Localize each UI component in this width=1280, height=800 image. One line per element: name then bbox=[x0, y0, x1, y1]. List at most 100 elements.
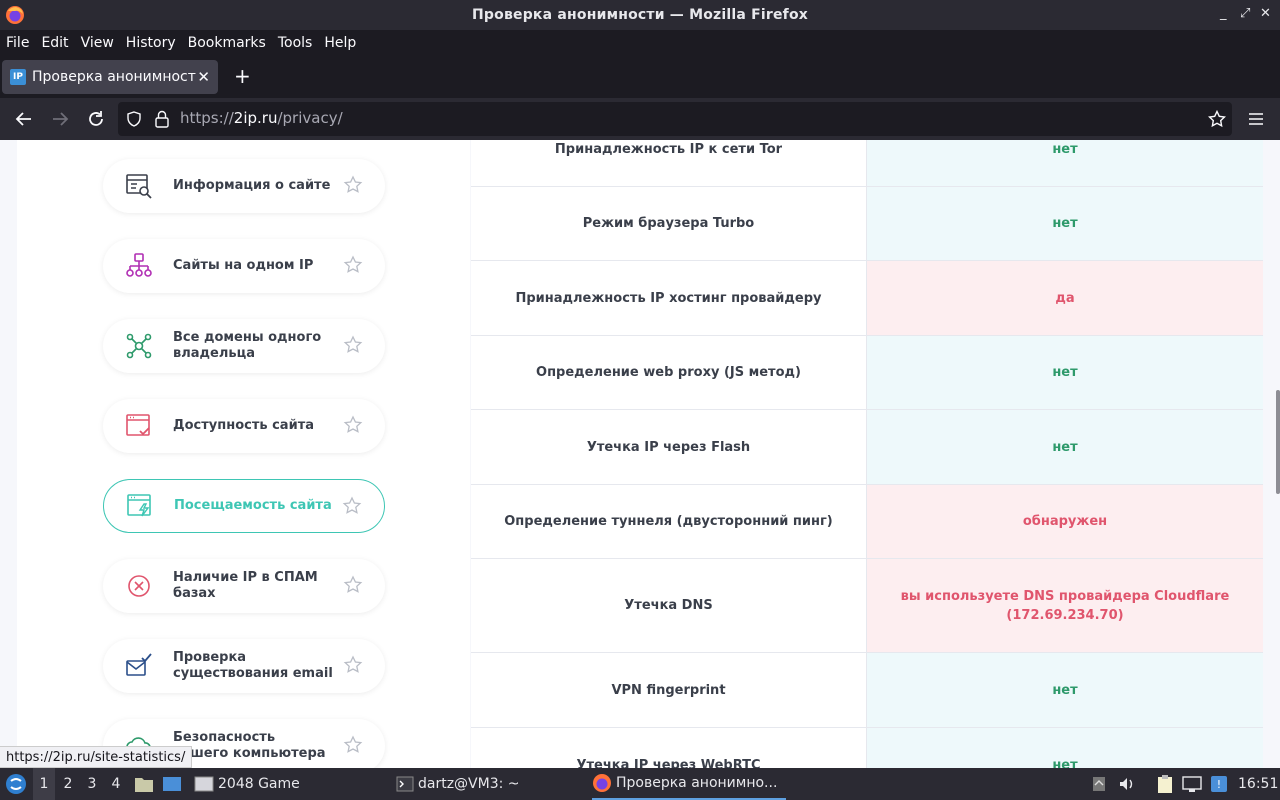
favorite-star-icon[interactable] bbox=[343, 415, 363, 435]
tab-favicon-icon: IP bbox=[10, 69, 26, 85]
url-bar[interactable]: https://2ip.ru/privacy/ bbox=[118, 102, 1232, 136]
favorite-star-icon[interactable] bbox=[342, 496, 362, 516]
bookmark-star-icon[interactable] bbox=[1208, 110, 1226, 128]
check-name: Принадлежность IP хостинг провайдеру bbox=[471, 261, 867, 335]
favorite-star-icon[interactable] bbox=[343, 335, 363, 355]
tab-strip: IP Проверка анонимности ✕ + bbox=[0, 56, 1280, 98]
window-titlebar: Проверка анонимности — Mozilla Firefox _… bbox=[0, 0, 1280, 30]
menu-help[interactable]: Help bbox=[318, 35, 362, 51]
sidebar-item-label: Все домены одного владельца bbox=[173, 330, 322, 361]
check-name: Режим браузера Turbo bbox=[471, 187, 867, 260]
table-row: Утечка DNS вы используете DNS провайдера… bbox=[471, 559, 1263, 653]
clock[interactable]: 16:51 bbox=[1238, 768, 1278, 800]
check-result: нет bbox=[867, 187, 1263, 260]
table-row: Определение туннеля (двусторонний пинг) … bbox=[471, 485, 1263, 559]
check-result: нет bbox=[867, 410, 1263, 484]
menu-history[interactable]: History bbox=[120, 35, 182, 51]
notification-icon[interactable]: ! bbox=[1210, 768, 1228, 800]
status-link-preview: https://2ip.ru/site-statistics/ bbox=[0, 746, 193, 768]
page-scrollbar[interactable] bbox=[1276, 390, 1280, 494]
minimize-icon[interactable]: _ bbox=[1220, 6, 1227, 21]
table-row: Утечка IP через WebRTC нет bbox=[471, 728, 1263, 768]
sidebar-item-sites-on-ip[interactable]: Сайты на одном IP bbox=[103, 239, 385, 293]
reload-icon[interactable] bbox=[84, 107, 108, 131]
sidebar-item-spam[interactable]: Наличие IP в СПАМ базах bbox=[103, 559, 385, 613]
tray-up-arrow-icon[interactable] bbox=[1092, 768, 1106, 800]
menu-tools[interactable]: Tools bbox=[272, 35, 319, 51]
menu-view[interactable]: View bbox=[75, 35, 120, 51]
show-desktop-icon[interactable] bbox=[162, 768, 182, 800]
menu-bookmarks[interactable]: Bookmarks bbox=[182, 35, 272, 51]
firefox-logo-icon bbox=[593, 774, 611, 792]
menu-edit[interactable]: Edit bbox=[35, 35, 74, 51]
close-window-icon[interactable]: ✕ bbox=[1260, 6, 1271, 21]
traffic-icon bbox=[127, 494, 151, 517]
sidebar-item-label: Посещаемость сайта bbox=[174, 498, 332, 513]
taskbar-app-2048[interactable]: 2048 Game bbox=[194, 768, 384, 800]
navigation-bar: https://2ip.ru/privacy/ bbox=[0, 98, 1280, 140]
page-content: Информация о сайте Сайты на одном IP Все… bbox=[0, 140, 1280, 768]
favorite-star-icon[interactable] bbox=[343, 655, 363, 675]
forward-icon[interactable] bbox=[48, 107, 72, 131]
back-icon[interactable] bbox=[12, 107, 36, 131]
site-info-icon bbox=[126, 174, 152, 199]
sidebar-item-label: Проверка существования email bbox=[173, 650, 333, 681]
window-title: Проверка анонимности — Mozilla Firefox bbox=[472, 7, 808, 23]
sidebar-item-traffic[interactable]: Посещаемость сайта bbox=[103, 479, 385, 533]
check-result: да bbox=[867, 261, 1263, 335]
taskbar: 1 2 3 4 2048 Game dartz@VM3: ~ Проверка … bbox=[0, 768, 1280, 800]
table-row: Принадлежность IP к сети Tor нет bbox=[471, 140, 1263, 187]
workspace-2[interactable]: 2 bbox=[57, 768, 79, 800]
terminal-icon bbox=[396, 776, 414, 792]
favorite-star-icon[interactable] bbox=[343, 735, 363, 755]
network-tree-icon bbox=[126, 253, 152, 277]
tracking-shield-icon[interactable] bbox=[126, 111, 142, 127]
check-result: нет bbox=[867, 728, 1263, 768]
sidebar-item-availability[interactable]: Доступность сайта bbox=[103, 399, 385, 453]
email-check-icon bbox=[126, 653, 152, 676]
check-name: Утечка DNS bbox=[471, 559, 867, 652]
check-name: Определение туннеля (двусторонний пинг) bbox=[471, 485, 867, 558]
start-menu-icon[interactable] bbox=[4, 768, 28, 800]
check-name: VPN fingerprint bbox=[471, 653, 867, 727]
sidebar-item-label: Безопасность вашего компьютера bbox=[173, 730, 326, 761]
table-row: VPN fingerprint нет bbox=[471, 653, 1263, 728]
tab-close-icon[interactable]: ✕ bbox=[197, 68, 210, 86]
table-row: Режим браузера Turbo нет bbox=[471, 187, 1263, 261]
favorite-star-icon[interactable] bbox=[343, 255, 363, 275]
sidebar-item-site-info[interactable]: Информация о сайте bbox=[103, 159, 385, 213]
network-icon[interactable] bbox=[1182, 768, 1202, 800]
tab-title: Проверка анонимности bbox=[32, 69, 198, 85]
availability-icon bbox=[126, 414, 150, 436]
favorite-star-icon[interactable] bbox=[343, 175, 363, 195]
domains-graph-icon bbox=[126, 333, 152, 359]
workspace-1[interactable]: 1 bbox=[33, 768, 55, 800]
taskbar-app-label: 2048 Game bbox=[218, 776, 300, 792]
favorite-star-icon[interactable] bbox=[343, 575, 363, 595]
table-row: Принадлежность IP хостинг провайдеру да bbox=[471, 261, 1263, 336]
file-manager-icon[interactable] bbox=[134, 768, 154, 800]
clipboard-icon[interactable] bbox=[1156, 768, 1174, 800]
url-text[interactable]: https://2ip.ru/privacy/ bbox=[180, 109, 343, 127]
check-name: Принадлежность IP к сети Tor bbox=[471, 140, 867, 186]
sidebar-item-owner-domains[interactable]: Все домены одного владельца bbox=[103, 319, 385, 373]
firefox-logo-icon bbox=[6, 6, 24, 24]
taskbar-app-terminal[interactable]: dartz@VM3: ~ bbox=[396, 768, 586, 800]
check-result: обнаружен bbox=[867, 485, 1263, 558]
new-tab-icon[interactable]: + bbox=[234, 66, 251, 86]
table-row: Утечка IP через Flash нет bbox=[471, 410, 1263, 485]
check-result: нет bbox=[867, 336, 1263, 409]
taskbar-app-label: dartz@VM3: ~ bbox=[418, 776, 520, 792]
workspace-4[interactable]: 4 bbox=[105, 768, 127, 800]
tab-privacy[interactable]: IP Проверка анонимности ✕ bbox=[2, 60, 218, 94]
menu-file[interactable]: File bbox=[0, 35, 35, 51]
sidebar-item-email-check[interactable]: Проверка существования email bbox=[103, 639, 385, 693]
svg-text:!: ! bbox=[1217, 778, 1221, 791]
maximize-icon[interactable]: ⤢ bbox=[1240, 6, 1250, 21]
taskbar-app-firefox[interactable]: Проверка анонимно... bbox=[592, 768, 786, 800]
check-result: нет bbox=[867, 140, 1263, 186]
volume-icon[interactable] bbox=[1118, 768, 1136, 800]
workspace-3[interactable]: 3 bbox=[81, 768, 103, 800]
app-menu-icon[interactable] bbox=[1244, 107, 1268, 131]
lock-icon[interactable] bbox=[154, 110, 170, 128]
